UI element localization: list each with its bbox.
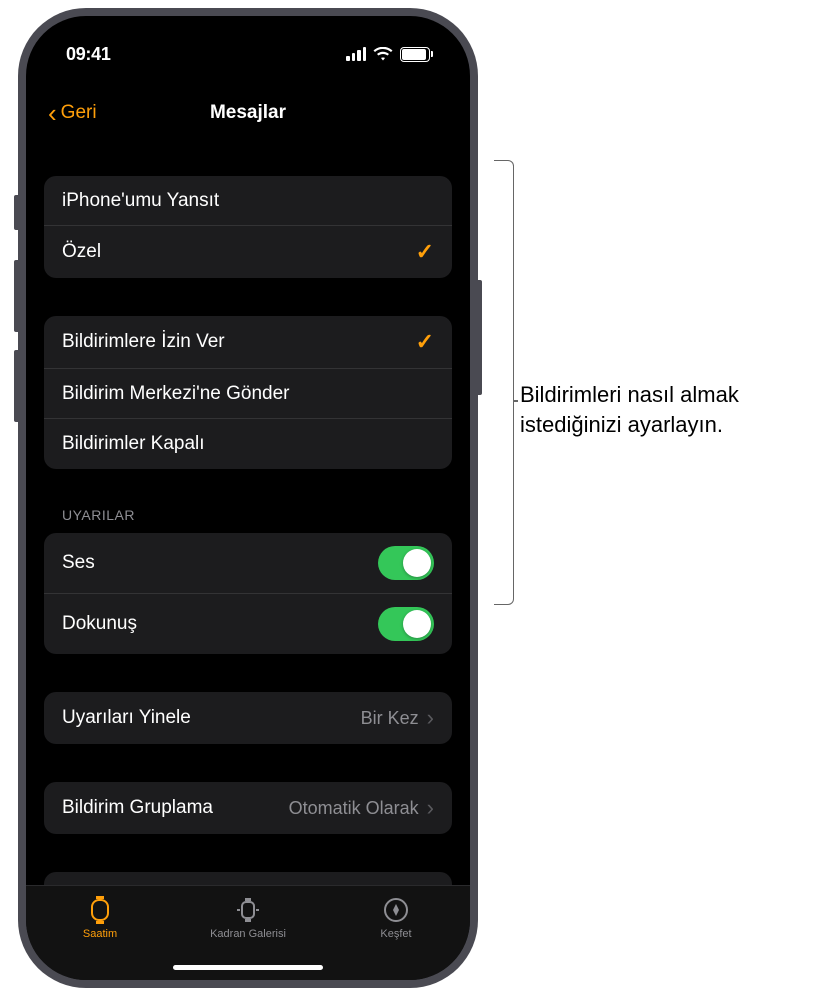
notification-grouping-label: Bildirim Gruplama [62, 797, 213, 819]
face-gallery-icon [233, 896, 263, 924]
haptic-row: Dokunuş [44, 594, 452, 654]
phone-screen: 09:41 ‹ Geri Me [26, 16, 470, 980]
tab-my-watch-label: Saatim [83, 928, 117, 940]
callout-text: Bildirimleri nasıl almak istediğinizi ay… [520, 380, 815, 439]
callout-bracket [494, 160, 514, 605]
repeat-alerts-value: Bir Kez [361, 708, 419, 729]
alerts-section-header: UYARILAR [44, 507, 452, 533]
notification-grouping-group: Bildirim Gruplama Otomatik Olarak › [44, 782, 452, 834]
alerts-group: Ses Dokunuş [44, 533, 452, 654]
repeat-alerts-row[interactable]: Uyarıları Yinele Bir Kez › [44, 692, 452, 744]
sound-row: Ses [44, 533, 452, 594]
notification-mode-group: Bildirimlere İzin Ver ✓ Bildirim Merkezi… [44, 316, 452, 469]
repeat-alerts-group: Uyarıları Yinele Bir Kez › [44, 692, 452, 744]
mirror-iphone-row[interactable]: iPhone'umu Yansıt [44, 176, 452, 226]
status-icons [346, 47, 430, 62]
sound-toggle[interactable] [378, 546, 434, 580]
custom-row[interactable]: Özel ✓ [44, 226, 452, 278]
watch-icon [85, 896, 115, 924]
mirror-settings-group: iPhone'umu Yansıt Özel ✓ [44, 176, 452, 278]
home-indicator[interactable] [173, 965, 323, 970]
battery-icon [400, 47, 430, 62]
phone-frame: 09:41 ‹ Geri Me [18, 8, 478, 988]
back-button[interactable]: ‹ Geri [48, 100, 97, 126]
custom-label: Özel [62, 241, 101, 263]
default-replies-row[interactable]: Saptanmış Yanıtlar › [44, 872, 452, 885]
sound-label: Ses [62, 552, 95, 574]
back-label: Geri [61, 102, 97, 124]
cellular-signal-icon [346, 47, 366, 61]
default-replies-group: Saptanmış Yanıtlar › [44, 872, 452, 885]
allow-notifications-label: Bildirimlere İzin Ver [62, 331, 225, 353]
send-to-center-row[interactable]: Bildirim Merkezi'ne Gönder [44, 369, 452, 419]
tab-face-gallery-label: Kadran Galerisi [210, 928, 286, 940]
send-to-center-label: Bildirim Merkezi'ne Gönder [62, 383, 289, 405]
navigation-bar: ‹ Geri Mesajlar [26, 88, 470, 138]
chevron-left-icon: ‹ [48, 100, 57, 126]
notifications-off-row[interactable]: Bildirimler Kapalı [44, 419, 452, 469]
haptic-label: Dokunuş [62, 613, 137, 635]
checkmark-icon: ✓ [416, 239, 434, 265]
notification-grouping-value: Otomatik Olarak [289, 798, 419, 819]
tab-face-gallery[interactable]: Kadran Galerisi [193, 896, 303, 940]
dynamic-island [178, 34, 318, 74]
compass-icon [381, 896, 411, 924]
status-time: 09:41 [66, 44, 111, 65]
tab-my-watch[interactable]: Saatim [45, 896, 155, 940]
callout-line [514, 400, 518, 402]
checkmark-icon: ✓ [416, 329, 434, 355]
chevron-right-icon: › [427, 795, 434, 821]
mirror-iphone-label: iPhone'umu Yansıt [62, 190, 219, 212]
notification-grouping-row[interactable]: Bildirim Gruplama Otomatik Olarak › [44, 782, 452, 834]
tab-discover-label: Keşfet [380, 928, 411, 940]
tab-discover[interactable]: Keşfet [341, 896, 451, 940]
haptic-toggle[interactable] [378, 607, 434, 641]
page-title: Mesajlar [210, 102, 286, 124]
notifications-off-label: Bildirimler Kapalı [62, 433, 205, 455]
content-area[interactable]: iPhone'umu Yansıt Özel ✓ Bildirimlere İz… [26, 156, 470, 885]
repeat-alerts-label: Uyarıları Yinele [62, 707, 191, 729]
allow-notifications-row[interactable]: Bildirimlere İzin Ver ✓ [44, 316, 452, 369]
wifi-icon [373, 47, 393, 62]
chevron-right-icon: › [427, 705, 434, 731]
